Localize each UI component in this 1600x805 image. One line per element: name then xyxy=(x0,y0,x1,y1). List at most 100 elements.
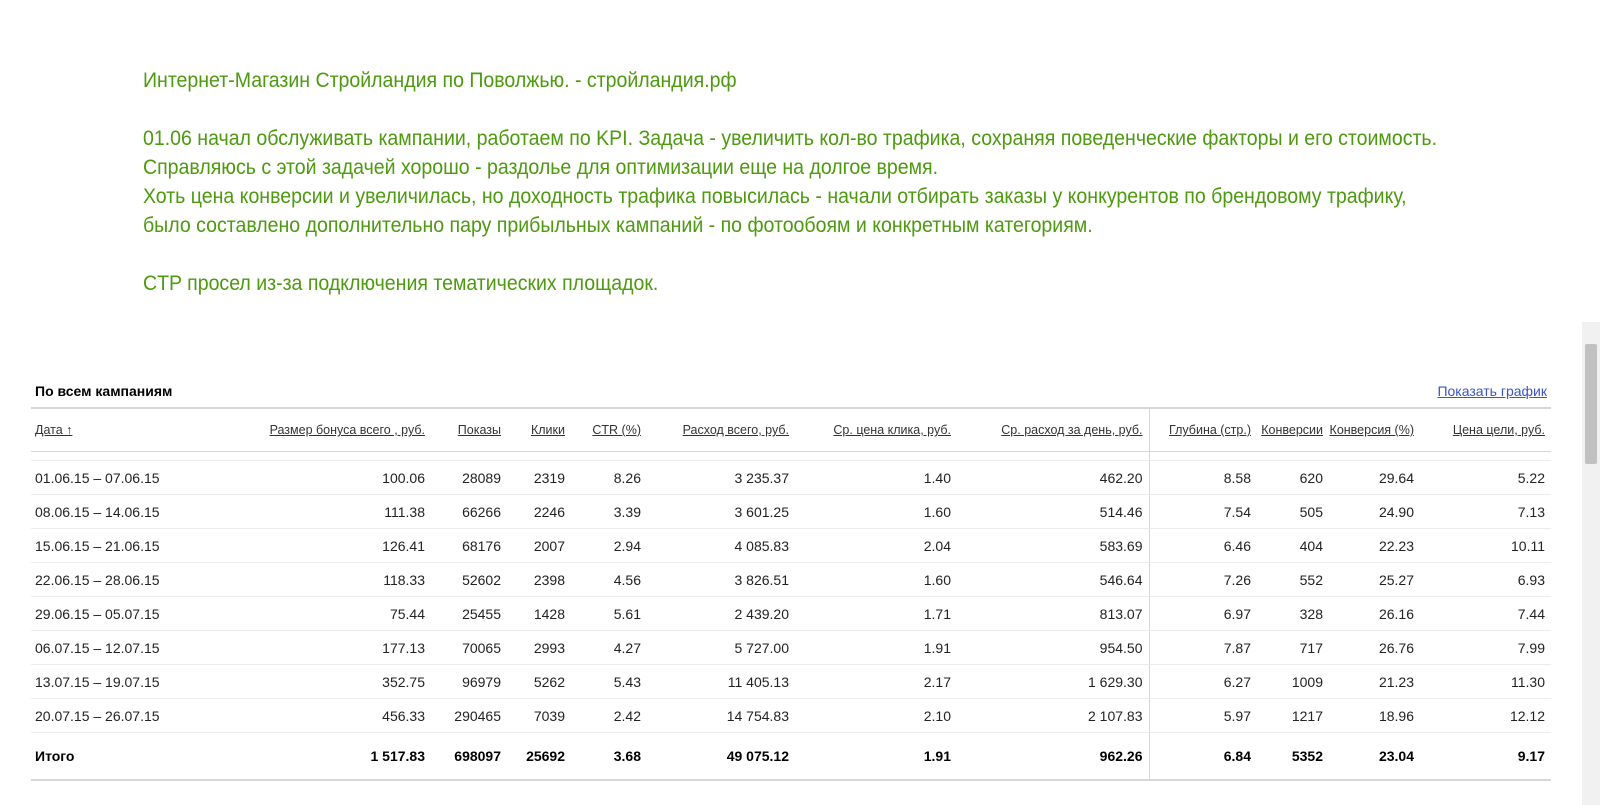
column-header-0[interactable]: Дата ↑ xyxy=(31,409,181,452)
spacer-cell xyxy=(795,451,957,461)
table-row: 13.07.15 – 19.07.15 352.75 96979 5262 5.43 11… xyxy=(31,664,1551,699)
column-header-1[interactable]: Размер бонуса всего , руб. xyxy=(181,409,431,452)
column-header-3[interactable]: Клики xyxy=(507,409,571,452)
table-cell: 717 xyxy=(1257,630,1329,665)
table-cell: 2.17 xyxy=(795,664,957,699)
column-header-10[interactable]: Конверсия (%) xyxy=(1329,409,1420,452)
spacer-cell xyxy=(181,451,431,461)
table-cell: 100.06 xyxy=(181,460,431,495)
table-cell: 26.76 xyxy=(1329,630,1420,665)
table-cell: 4 085.83 xyxy=(647,528,795,563)
spacer-cell xyxy=(957,451,1150,461)
table-cell: 5.97 xyxy=(1149,698,1257,733)
table-cell: 7.87 xyxy=(1149,630,1257,665)
table-cell: 5262 xyxy=(507,664,571,699)
table-cell: 66266 xyxy=(431,494,507,529)
notes-line-1: Интернет-Магазин Стройландия по Поволжью… xyxy=(143,69,737,92)
vertical-scrollbar[interactable] xyxy=(1582,322,1600,805)
column-header-label[interactable]: Цена цели, руб. xyxy=(1453,423,1545,437)
table-cell: 2993 xyxy=(507,630,571,665)
total-cell: 5352 xyxy=(1257,732,1329,781)
table-cell: 3 601.25 xyxy=(647,494,795,529)
table-cell: 954.50 xyxy=(957,630,1150,665)
column-header-label[interactable]: Размер бонуса всего , руб. xyxy=(270,423,425,437)
column-header-5[interactable]: Расход всего, руб. xyxy=(647,409,795,452)
column-header-9[interactable]: Конверсии xyxy=(1257,409,1329,452)
table-cell: 1.40 xyxy=(795,460,957,495)
column-header-4[interactable]: CTR (%) xyxy=(571,409,647,452)
table-cell: 2007 xyxy=(507,528,571,563)
column-header-label[interactable]: Показы xyxy=(458,423,501,437)
campaign-notes: Интернет-Магазин Стройландия по Поволжью… xyxy=(143,66,1445,298)
table-body: 01.06.15 – 07.06.15 100.06 28089 2319 8.26 3 … xyxy=(31,451,1551,781)
table-cell: 8.26 xyxy=(571,460,647,495)
table-cell: 7.26 xyxy=(1149,562,1257,597)
table-cell: 01.06.15 – 07.06.15 xyxy=(31,460,181,495)
table-cell: 1.71 xyxy=(795,596,957,631)
table-cell: 11 405.13 xyxy=(647,664,795,699)
notes-line-4: Хоть цена конверсии и увеличилась, но до… xyxy=(143,185,1407,208)
table-cell: 813.07 xyxy=(957,596,1150,631)
scrollbar-thumb[interactable] xyxy=(1585,344,1597,464)
notes-gap xyxy=(143,95,1445,124)
column-header-8[interactable]: Глубина (стр.) xyxy=(1149,409,1257,452)
table-cell: 5.61 xyxy=(571,596,647,631)
total-cell: 23.04 xyxy=(1329,732,1420,781)
column-header-label[interactable]: CTR (%) xyxy=(592,423,641,437)
table-cell: 126.41 xyxy=(181,528,431,563)
column-header-label[interactable]: Ср. цена клика, руб. xyxy=(833,423,951,437)
table-cell: 546.64 xyxy=(957,562,1150,597)
column-header-11[interactable]: Цена цели, руб. xyxy=(1420,409,1551,452)
table-cell: 2.04 xyxy=(795,528,957,563)
table-cell: 1.60 xyxy=(795,562,957,597)
column-header-7[interactable]: Ср. расход за день, руб. xyxy=(957,409,1150,452)
total-cell: 9.17 xyxy=(1420,732,1551,781)
table-cell: 505 xyxy=(1257,494,1329,529)
show-chart-link[interactable]: Показать график xyxy=(1437,383,1547,399)
column-header-label[interactable]: Клики xyxy=(531,423,565,437)
total-cell: 698097 xyxy=(431,732,507,781)
table-cell: 18.96 xyxy=(1329,698,1420,733)
column-header-label[interactable]: Ср. расход за день, руб. xyxy=(1001,423,1142,437)
table-cell: 13.07.15 – 19.07.15 xyxy=(31,664,181,699)
table-cell: 21.23 xyxy=(1329,664,1420,699)
column-header-6[interactable]: Ср. цена клика, руб. xyxy=(795,409,957,452)
table-cell: 2 439.20 xyxy=(647,596,795,631)
table-cell: 5.43 xyxy=(571,664,647,699)
table-cell: 29.64 xyxy=(1329,460,1420,495)
column-header-label[interactable]: Конверсии xyxy=(1261,423,1323,437)
table-cell: 08.06.15 – 14.06.15 xyxy=(31,494,181,529)
spacer-cell xyxy=(571,451,647,461)
notes-gap xyxy=(143,240,1445,269)
table-cell: 7.44 xyxy=(1420,596,1551,631)
table-cell: 5.22 xyxy=(1420,460,1551,495)
notes-line-2: 01.06 начал обслуживать кампании, работа… xyxy=(143,127,1438,150)
table-cell: 28089 xyxy=(431,460,507,495)
column-header-label[interactable]: Конверсия (%) xyxy=(1330,423,1414,437)
table-cell: 20.07.15 – 26.07.15 xyxy=(31,698,181,733)
table-cell: 75.44 xyxy=(181,596,431,631)
table-cell: 25455 xyxy=(431,596,507,631)
table-cell: 2.10 xyxy=(795,698,957,733)
column-header-label[interactable]: Дата ↑ xyxy=(35,423,72,437)
table-cell: 7.99 xyxy=(1420,630,1551,665)
column-header-label[interactable]: Глубина (стр.) xyxy=(1169,423,1251,437)
column-header-label[interactable]: Расход всего, руб. xyxy=(683,423,789,437)
table-cell: 4.56 xyxy=(571,562,647,597)
table-spacer-row xyxy=(31,451,1551,461)
table-cell: 6.46 xyxy=(1149,528,1257,563)
total-cell: Итого xyxy=(31,732,181,781)
table-cell: 11.30 xyxy=(1420,664,1551,699)
table-cell: 7.13 xyxy=(1420,494,1551,529)
table-cell: 3 235.37 xyxy=(647,460,795,495)
table-cell: 2.94 xyxy=(571,528,647,563)
total-cell: 25692 xyxy=(507,732,571,781)
table-cell: 5 727.00 xyxy=(647,630,795,665)
total-row: Итого 1 517.83 698097 25692 3.68 49 075.12 1.9… xyxy=(31,732,1551,781)
column-header-2[interactable]: Показы xyxy=(431,409,507,452)
table-cell: 52602 xyxy=(431,562,507,597)
table-cell: 290465 xyxy=(431,698,507,733)
spacer-cell xyxy=(1329,451,1420,461)
table-cell: 583.69 xyxy=(957,528,1150,563)
total-cell: 6.84 xyxy=(1149,732,1257,781)
